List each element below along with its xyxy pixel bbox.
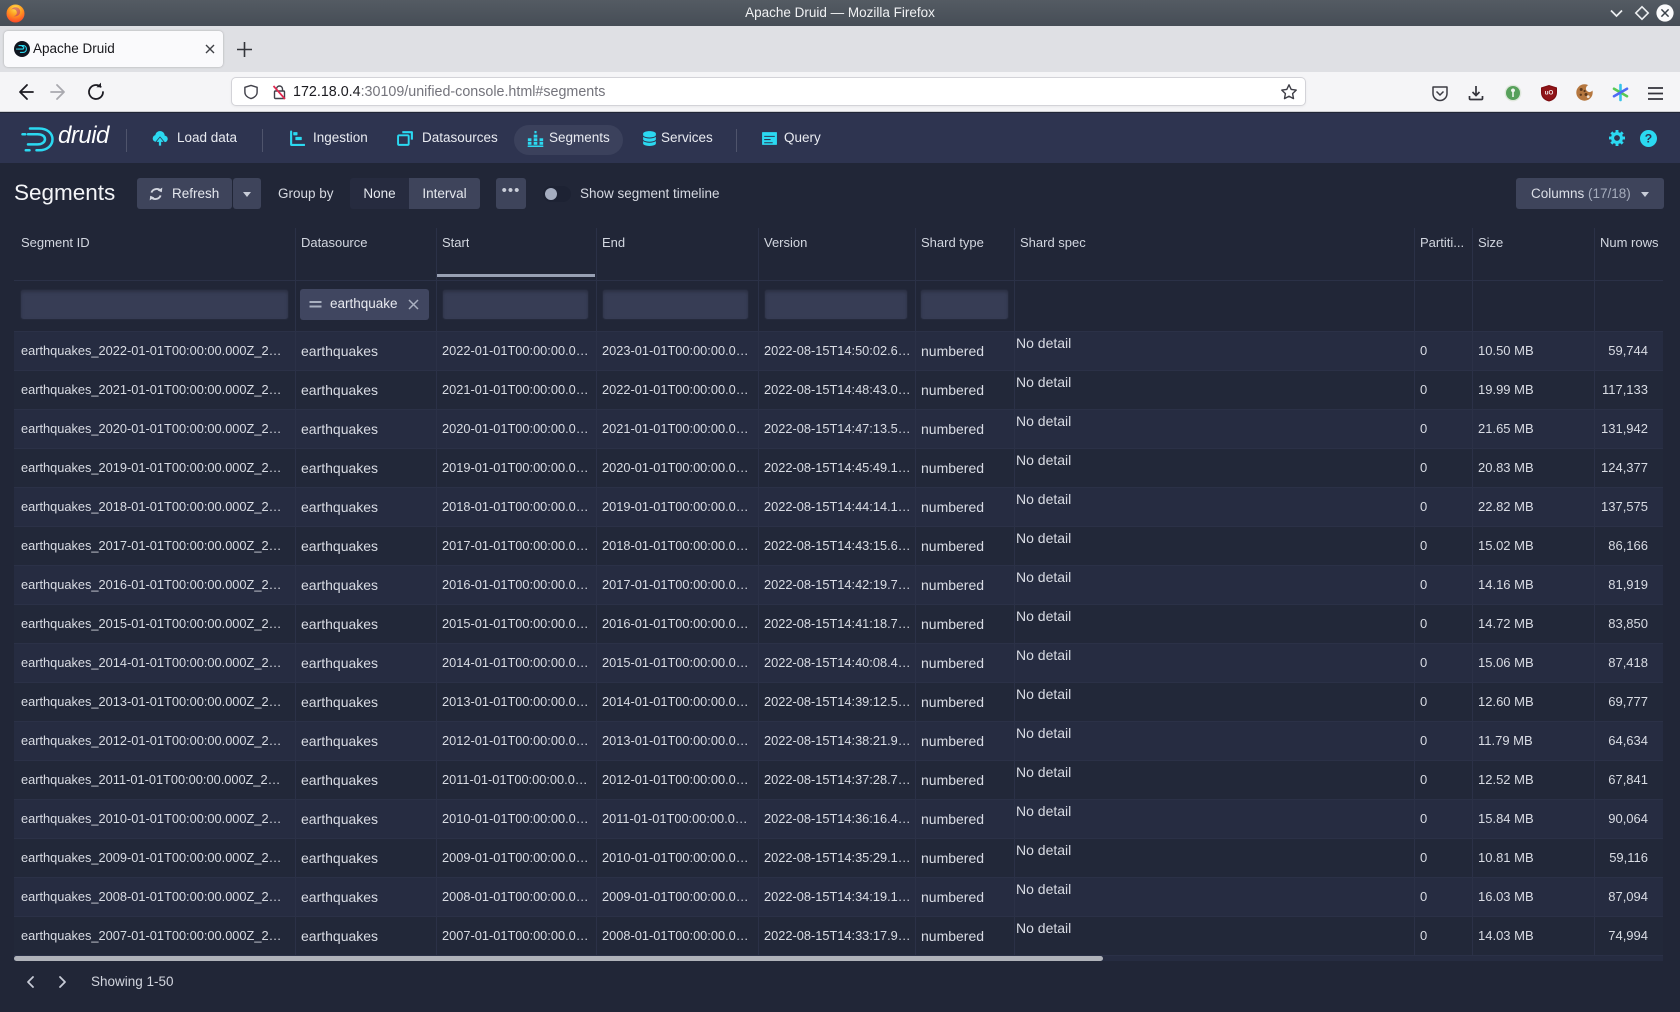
svg-text:?: ?: [1645, 131, 1652, 145]
svg-text:uO: uO: [1545, 90, 1554, 97]
